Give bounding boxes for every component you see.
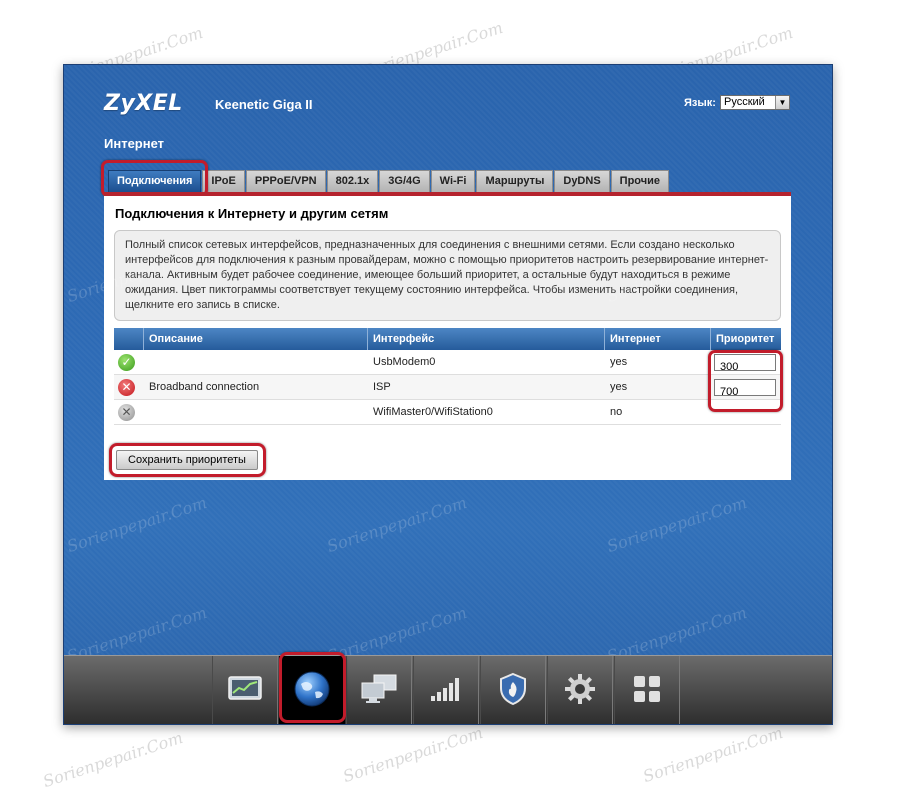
row-description: Broadband connection — [149, 381, 260, 393]
tab-3g4g[interactable]: 3G/4G — [379, 170, 430, 192]
monitor-chart-icon — [228, 676, 262, 707]
gear-icon — [564, 673, 596, 710]
status-error-icon: ✕ — [118, 379, 135, 396]
dock-item-security[interactable] — [480, 656, 546, 724]
watermark: Sorienpepair.Com — [604, 492, 750, 557]
connections-panel: Подключения к Интернету и другим сетям П… — [104, 192, 791, 480]
connections-table: Описание Интерфейс Интернет Приоритет ✓ … — [114, 328, 781, 425]
tab-wifi[interactable]: Wi-Fi — [430, 170, 476, 192]
tab-dydns[interactable]: DyDNS — [554, 170, 610, 192]
highlight-frame — [109, 443, 266, 477]
model-name: Keenetic Giga II — [215, 97, 313, 112]
bottom-dock — [64, 655, 832, 724]
table-row[interactable]: ✕ WifiMaster0/WifiStation0 no — [114, 400, 781, 425]
watermark: Sorienpepair.Com — [340, 722, 486, 787]
dock-item-home-network[interactable] — [346, 656, 412, 724]
language-select[interactable]: Русский ▼ — [720, 95, 790, 110]
row-internet: no — [610, 406, 623, 418]
highlight-frame — [279, 652, 346, 723]
shield-fire-icon — [498, 672, 528, 711]
table-row[interactable]: ✕ Broadband connection ISP yes 700 — [114, 375, 781, 400]
highlight-frame — [708, 350, 783, 412]
watermark: Sorienpepair.Com — [40, 727, 186, 789]
dock-item-system[interactable] — [547, 656, 613, 724]
column-header-description: Описание — [144, 328, 368, 350]
table-row[interactable]: ✓ UsbModem0 yes 300 — [114, 350, 781, 375]
tab-8021x[interactable]: 802.1x — [326, 170, 379, 192]
status-disabled-icon: ✕ — [118, 404, 135, 421]
watermark: Sorienpepair.Com — [324, 492, 470, 557]
row-interface: WifiMaster0/WifiStation0 — [373, 406, 493, 418]
language-select-value: Русский — [724, 96, 765, 108]
tab-pppoe-vpn[interactable]: PPPoE/VPN — [245, 170, 326, 192]
column-header-internet: Интернет — [605, 328, 711, 350]
column-header-priority: Приоритет — [716, 333, 775, 345]
watermark: Sorienpepair.Com — [640, 722, 786, 787]
dock-item-monitor[interactable] — [212, 656, 278, 724]
tab-ipoe[interactable]: IPoE — [202, 170, 245, 192]
tab-other[interactable]: Прочие — [610, 170, 670, 192]
dock-item-wifi[interactable] — [413, 656, 479, 724]
apps-grid-icon — [633, 675, 661, 708]
chevron-down-icon[interactable]: ▼ — [775, 96, 789, 109]
network-computers-icon — [360, 674, 398, 709]
panel-heading: Подключения к Интернету и другим сетям — [115, 206, 389, 221]
watermark: Sorienpepair.Com — [64, 492, 210, 557]
tab-routes[interactable]: Маршруты — [476, 170, 554, 192]
signal-bars-icon — [430, 676, 462, 707]
language-label: Язык: — [684, 97, 716, 109]
row-interface: UsbModem0 — [373, 356, 436, 368]
row-internet: yes — [610, 356, 628, 368]
row-description — [144, 400, 368, 424]
column-header-interface: Интерфейс — [368, 328, 605, 350]
brand-logo: ZyXEL — [104, 91, 183, 116]
info-box: Полный список сетевых интерфейсов, предн… — [114, 230, 781, 321]
page-title: Интернет — [104, 136, 165, 151]
router-window: ZyXEL Keenetic Giga II Язык: Русский ▼ И… — [63, 64, 833, 725]
status-column-header — [114, 328, 144, 350]
row-interface: ISP — [373, 381, 391, 393]
row-internet: yes — [610, 381, 628, 393]
table-header: Описание Интерфейс Интернет Приоритет — [114, 328, 781, 350]
dock-item-apps[interactable] — [614, 656, 680, 724]
status-ok-icon: ✓ — [118, 354, 135, 371]
row-description — [144, 350, 368, 374]
